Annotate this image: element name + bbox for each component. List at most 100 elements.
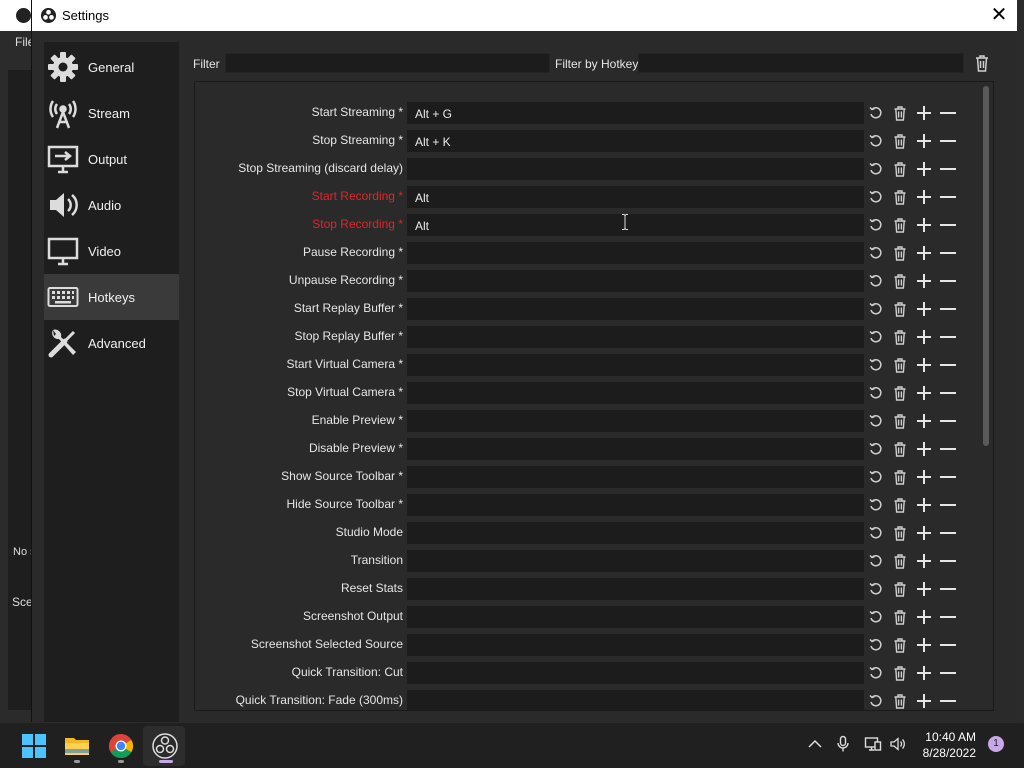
filter-by-hotkey-input[interactable] — [638, 53, 964, 73]
hotkey-input[interactable] — [407, 690, 864, 710]
minus-icon[interactable] — [940, 161, 956, 177]
revert-icon[interactable] — [868, 273, 884, 289]
trash-icon[interactable] — [892, 161, 908, 177]
revert-icon[interactable] — [868, 525, 884, 541]
trash-icon[interactable] — [892, 497, 908, 513]
plus-icon[interactable] — [916, 693, 932, 709]
clock-date[interactable]: 8/28/2022 — [918, 746, 976, 760]
revert-icon[interactable] — [868, 301, 884, 317]
plus-icon[interactable] — [916, 245, 932, 261]
sidebar-item-video[interactable]: Video — [44, 228, 179, 274]
plus-icon[interactable] — [916, 105, 932, 121]
trash-icon[interactable] — [892, 385, 908, 401]
revert-icon[interactable] — [868, 189, 884, 205]
trash-icon[interactable] — [892, 301, 908, 317]
hotkey-input[interactable] — [407, 242, 864, 264]
trash-icon[interactable] — [892, 273, 908, 289]
trash-icon[interactable] — [892, 133, 908, 149]
hotkey-input[interactable]: Alt — [407, 214, 864, 236]
notification-badge[interactable]: 1 — [988, 736, 1004, 752]
plus-icon[interactable] — [916, 525, 932, 541]
clear-filter-trash-icon[interactable] — [975, 54, 989, 72]
minus-icon[interactable] — [940, 189, 956, 205]
trash-icon[interactable] — [892, 637, 908, 653]
minus-icon[interactable] — [940, 133, 956, 149]
hotkey-input[interactable] — [407, 466, 864, 488]
hotkey-input[interactable] — [407, 354, 864, 376]
trash-icon[interactable] — [892, 665, 908, 681]
plus-icon[interactable] — [916, 189, 932, 205]
sidebar-item-general[interactable]: General — [44, 44, 179, 90]
revert-icon[interactable] — [868, 441, 884, 457]
hotkey-input[interactable] — [407, 382, 864, 404]
revert-icon[interactable] — [868, 385, 884, 401]
scrollbar-thumb[interactable] — [983, 86, 989, 446]
plus-icon[interactable] — [916, 161, 932, 177]
trash-icon[interactable] — [892, 413, 908, 429]
hotkey-input[interactable] — [407, 438, 864, 460]
plus-icon[interactable] — [916, 357, 932, 373]
hotkey-input[interactable] — [407, 298, 864, 320]
trash-icon[interactable] — [892, 329, 908, 345]
plus-icon[interactable] — [916, 329, 932, 345]
filter-input[interactable] — [225, 53, 550, 73]
minus-icon[interactable] — [940, 665, 956, 681]
minus-icon[interactable] — [940, 469, 956, 485]
plus-icon[interactable] — [916, 553, 932, 569]
hotkey-input[interactable] — [407, 522, 864, 544]
volume-icon[interactable] — [889, 735, 907, 753]
minus-icon[interactable] — [940, 609, 956, 625]
sidebar-item-stream[interactable]: Stream — [44, 90, 179, 136]
revert-icon[interactable] — [868, 609, 884, 625]
trash-icon[interactable] — [892, 581, 908, 597]
sidebar-item-hotkeys[interactable]: Hotkeys — [44, 274, 179, 320]
trash-icon[interactable] — [892, 189, 908, 205]
revert-icon[interactable] — [868, 693, 884, 709]
clock-time[interactable]: 10:40 AM — [922, 730, 976, 744]
trash-icon[interactable] — [892, 441, 908, 457]
trash-icon[interactable] — [892, 693, 908, 709]
hotkey-input[interactable]: Alt + K — [407, 130, 864, 152]
minus-icon[interactable] — [940, 553, 956, 569]
minus-icon[interactable] — [940, 217, 956, 233]
trash-icon[interactable] — [892, 609, 908, 625]
trash-icon[interactable] — [892, 469, 908, 485]
hotkey-input[interactable] — [407, 578, 864, 600]
trash-icon[interactable] — [892, 525, 908, 541]
revert-icon[interactable] — [868, 133, 884, 149]
minus-icon[interactable] — [940, 357, 956, 373]
revert-icon[interactable] — [868, 329, 884, 345]
minus-icon[interactable] — [940, 693, 956, 709]
chevron-up-icon[interactable] — [806, 735, 824, 753]
plus-icon[interactable] — [916, 637, 932, 653]
plus-icon[interactable] — [916, 385, 932, 401]
minus-icon[interactable] — [940, 385, 956, 401]
revert-icon[interactable] — [868, 161, 884, 177]
revert-icon[interactable] — [868, 553, 884, 569]
sidebar-item-audio[interactable]: Audio — [44, 182, 179, 228]
sidebar-item-output[interactable]: Output — [44, 136, 179, 182]
minus-icon[interactable] — [940, 497, 956, 513]
trash-icon[interactable] — [892, 105, 908, 121]
revert-icon[interactable] — [868, 469, 884, 485]
plus-icon[interactable] — [916, 441, 932, 457]
hotkey-input[interactable] — [407, 410, 864, 432]
minus-icon[interactable] — [940, 301, 956, 317]
scrollbar-track[interactable] — [981, 82, 991, 710]
revert-icon[interactable] — [868, 665, 884, 681]
obs-icon[interactable] — [151, 732, 179, 760]
revert-icon[interactable] — [868, 217, 884, 233]
minus-icon[interactable] — [940, 329, 956, 345]
minus-icon[interactable] — [940, 273, 956, 289]
trash-icon[interactable] — [892, 245, 908, 261]
revert-icon[interactable] — [868, 413, 884, 429]
chrome-icon[interactable] — [107, 732, 135, 760]
windows-start-icon[interactable] — [20, 732, 48, 760]
revert-icon[interactable] — [868, 245, 884, 261]
plus-icon[interactable] — [916, 497, 932, 513]
hotkey-input[interactable] — [407, 550, 864, 572]
hotkey-input[interactable] — [407, 634, 864, 656]
close-button[interactable]: ✕ — [981, 0, 1017, 31]
minus-icon[interactable] — [940, 637, 956, 653]
hotkey-input[interactable]: Alt — [407, 186, 864, 208]
